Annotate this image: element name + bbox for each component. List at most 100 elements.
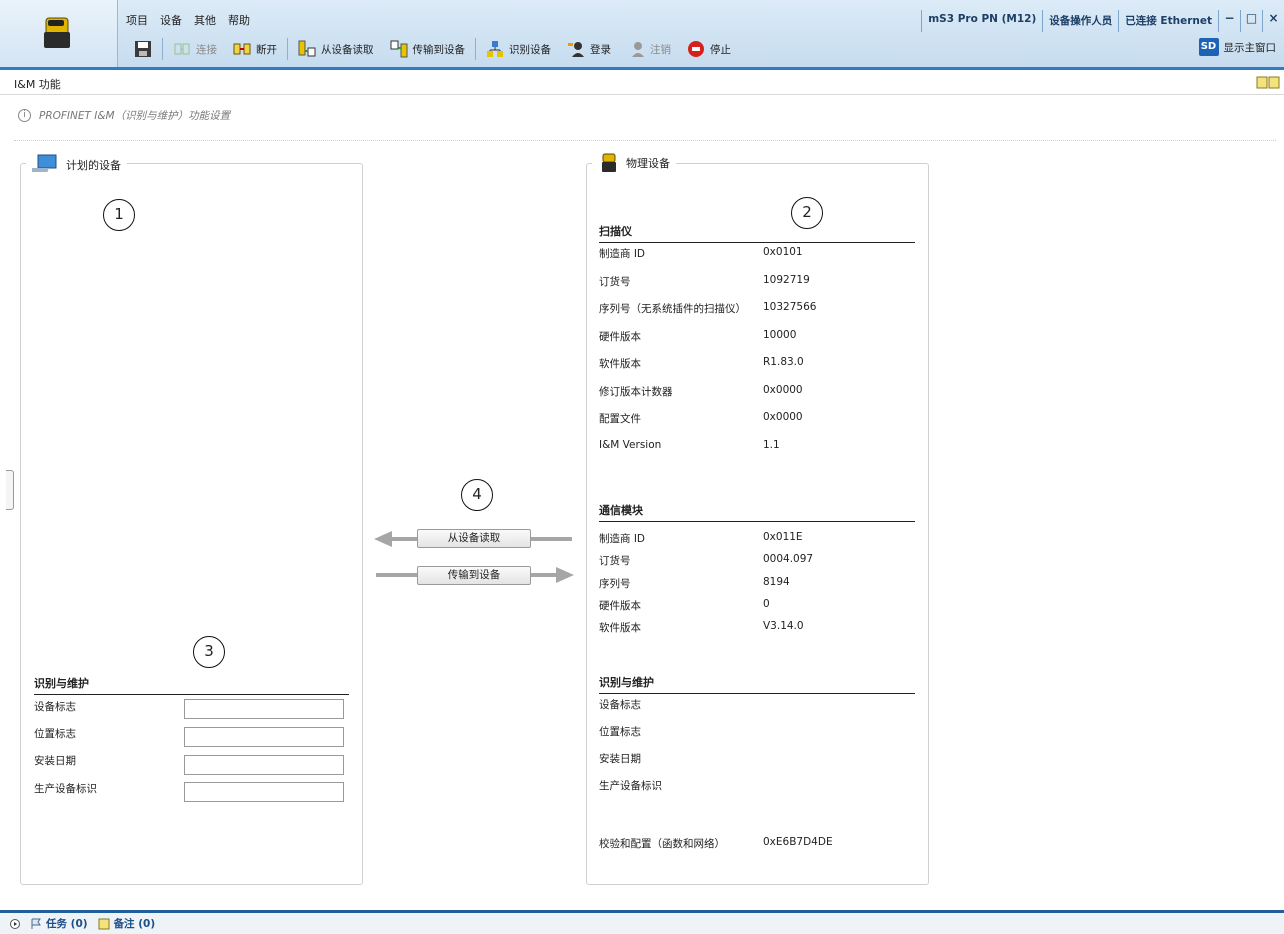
planned-device-panel <box>20 163 363 885</box>
device-name: mS3 Pro PN (M12) <box>921 10 1042 32</box>
comm-row-label: 订货号 <box>599 555 631 568</box>
transfer-to-device-center-button[interactable]: 传输到设备 <box>417 566 531 585</box>
comm-row-value: 0x011E <box>763 531 803 543</box>
physical-im-row-label: 设备标志 <box>599 699 641 711</box>
logout-label: 注销 <box>650 43 671 56</box>
stop-label: 停止 <box>710 43 731 56</box>
scanner-logo-icon <box>44 17 70 48</box>
identify-device-button[interactable]: 识别设备 <box>478 37 559 61</box>
title-divider <box>0 94 1284 95</box>
maximize-button[interactable]: □ <box>1240 10 1262 32</box>
scanner-row-label: 制造商 ID <box>599 248 646 260</box>
logout-icon <box>632 42 644 57</box>
comm-row-value: V3.14.0 <box>763 620 804 633</box>
callout-1: 1 <box>103 199 135 231</box>
read-from-device-button[interactable]: 从设备读取 <box>290 37 382 61</box>
disconnect-button[interactable]: 断开 <box>225 37 285 61</box>
menu-help[interactable]: 帮助 <box>228 12 250 28</box>
note-icon <box>98 918 110 929</box>
scanner-row-value: 0x0000 <box>763 411 803 423</box>
planned-field-label: 位置标志 <box>34 728 76 740</box>
comm-row-value: 0 <box>763 597 770 610</box>
computer-icon <box>32 154 57 172</box>
user-level: 设备操作人员 <box>1042 10 1118 32</box>
save-icon <box>135 41 151 57</box>
menu-device[interactable]: 设备 <box>160 12 182 28</box>
show-main-window-button[interactable]: SD 显示主窗口 <box>1198 38 1277 56</box>
scanner-row-label: I&M Version <box>599 438 662 451</box>
expand-icon[interactable] <box>10 918 20 929</box>
transfer-device-icon <box>390 40 407 58</box>
scanner-row-label: 订货号 <box>599 275 631 288</box>
connect-label: 连接 <box>196 43 217 56</box>
comm-row-label: 序列号 <box>599 577 631 590</box>
connect-icon <box>174 43 190 55</box>
planned-field-label: 设备标志 <box>34 701 76 713</box>
menu-project[interactable]: 项目 <box>126 12 148 28</box>
tasks-tab[interactable]: 任务 (0) <box>30 916 88 931</box>
scanner-row-value: 0x0101 <box>763 246 803 258</box>
install-date-input[interactable] <box>184 755 344 775</box>
scanner-row-value: 1.1 <box>763 438 780 451</box>
planned-im-heading: 识别与维护 <box>34 675 349 695</box>
scanner-row-label: 配置文件 <box>599 413 641 425</box>
notes-tab[interactable]: 备注 (0) <box>98 916 155 931</box>
identify-device-icon <box>487 41 503 57</box>
toolbar-separator <box>475 38 476 60</box>
location-tag-input[interactable] <box>184 727 344 747</box>
device-tag-input[interactable] <box>184 699 344 719</box>
left-arrow-head-icon <box>374 531 392 547</box>
checksum-value: 0xE6B7D4DE <box>763 836 833 848</box>
save-button[interactable] <box>126 37 160 61</box>
identify-device-label: 识别设备 <box>509 43 551 56</box>
physical-im-row-label: 位置标志 <box>599 726 641 738</box>
scanner-heading: 扫描仪 <box>599 223 915 243</box>
scanner-row-value: 0x0000 <box>763 383 803 396</box>
side-panel-handle[interactable] <box>6 470 14 510</box>
callout-3: 3 <box>193 636 225 668</box>
physical-device-panel <box>586 163 929 885</box>
scanner-row-value: 1092719 <box>763 273 810 286</box>
planned-field-label: 生产设备标识 <box>34 783 97 795</box>
login-label: 登录 <box>590 43 611 56</box>
comm-row-label: 制造商 ID <box>599 533 646 545</box>
info-line: i PROFINET I&M（识别与维护）功能设置 <box>18 108 230 123</box>
checksum-label: 校验和配置（函数和网络） <box>599 838 725 850</box>
section-divider <box>14 140 1276 141</box>
transfer-to-device-label: 传输到设备 <box>412 43 466 56</box>
bottom-panel: 任务 (0) 备注 (0) <box>0 913 1284 934</box>
physical-im-row-label: 生产设备标识 <box>599 780 662 792</box>
flag-icon <box>31 918 41 929</box>
app-header: 项目 设备 其他 帮助 mS3 Pro PN (M12) 设备操作人员 已连接 … <box>0 0 1284 70</box>
comm-row-label: 软件版本 <box>599 622 641 635</box>
production-id-input[interactable] <box>184 782 344 802</box>
page-title: I&M 功能 <box>14 78 61 91</box>
minimize-button[interactable]: − <box>1218 10 1240 32</box>
connect-button[interactable]: 连接 <box>165 37 225 61</box>
connection-status: 已连接 Ethernet <box>1118 10 1218 32</box>
toolbar: 连接 断开 从设备读取 传输到设备 识别设备 登录 注销 停止 <box>126 36 739 62</box>
info-text: PROFINET I&M（识别与维护）功能设置 <box>39 110 231 122</box>
comm-row-value: 0004.097 <box>763 553 814 566</box>
read-from-device-label: 从设备读取 <box>321 43 374 56</box>
close-button[interactable]: × <box>1262 10 1284 32</box>
menu-bar: 项目 设备 其他 帮助 <box>126 12 250 28</box>
comm-row-label: 硬件版本 <box>599 599 641 612</box>
scanner-row-label: 软件版本 <box>599 358 641 370</box>
notes-toggle-icon[interactable] <box>1256 76 1280 90</box>
scanner-icon <box>602 153 616 172</box>
comm-module-heading: 通信模块 <box>599 502 915 522</box>
login-button[interactable]: 登录 <box>559 37 619 61</box>
stop-button[interactable]: 停止 <box>679 37 739 61</box>
toolbar-separator <box>162 38 163 60</box>
disconnect-icon <box>233 43 251 55</box>
logout-button[interactable]: 注销 <box>619 37 679 61</box>
toolbar-separator <box>287 38 288 60</box>
sd-icon: SD <box>1198 38 1219 56</box>
transfer-to-device-button[interactable]: 传输到设备 <box>382 37 474 61</box>
menu-other[interactable]: 其他 <box>194 12 216 28</box>
show-main-window-label: 显示主窗口 <box>1223 41 1277 54</box>
read-from-device-center-button[interactable]: 从设备读取 <box>417 529 531 548</box>
callout-4: 4 <box>461 479 493 511</box>
disconnect-label: 断开 <box>256 43 277 56</box>
